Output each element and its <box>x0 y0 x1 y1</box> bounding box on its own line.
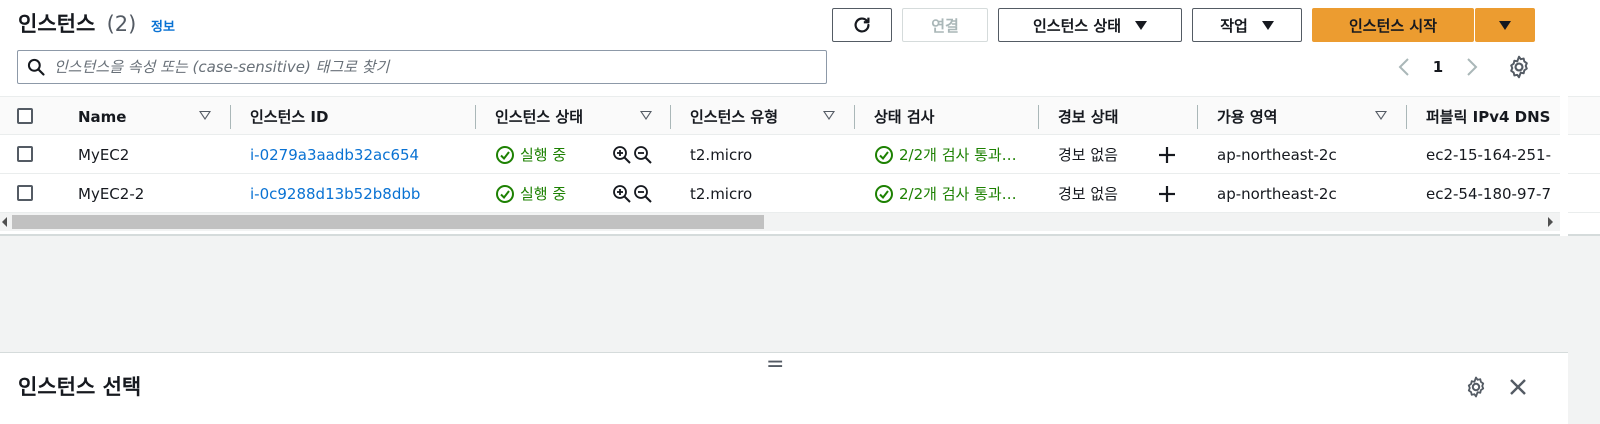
caret-down-icon <box>1135 20 1148 30</box>
add-alarm-button[interactable] <box>1157 135 1177 174</box>
select-all-checkbox[interactable] <box>17 108 33 124</box>
launch-instances-button[interactable]: 인스턴스 시작 <box>1312 8 1474 42</box>
availability-zone: ap-northeast-2c <box>1217 145 1337 164</box>
state-filter-icons <box>612 174 653 213</box>
next-page-button[interactable] <box>1460 52 1484 82</box>
public-dns: ec2-54-180-97-7 <box>1426 184 1552 203</box>
scrollbar-thumb[interactable] <box>12 215 764 229</box>
sort-icon[interactable] <box>823 111 835 120</box>
instances-panel: 인스턴스 (2) 정보 연결 인스턴스 상태 작업 인스턴스 시작 인스턴스을 … <box>0 0 1600 236</box>
launch-options-button[interactable] <box>1475 8 1535 42</box>
instance-state-dropdown[interactable]: 인스턴스 상태 <box>998 8 1182 42</box>
add-alarm-button[interactable] <box>1157 174 1177 213</box>
launch-instances-label: 인스턴스 시작 <box>1348 16 1438 35</box>
sort-icon[interactable] <box>1375 111 1387 120</box>
instance-type: t2.micro <box>690 184 753 203</box>
scroll-left-icon[interactable] <box>2 217 7 227</box>
column-resizer[interactable] <box>1406 105 1407 129</box>
vertical-scrollbar[interactable] <box>1560 0 1568 236</box>
zoom-out-icon[interactable] <box>633 184 653 204</box>
search-icon <box>18 51 54 83</box>
refresh-icon <box>854 17 870 33</box>
column-header-instance-id[interactable]: 인스턴스 ID <box>250 97 328 136</box>
previous-page-button[interactable] <box>1392 52 1416 82</box>
current-page-number[interactable]: 1 <box>1428 52 1448 82</box>
table-header: Name 인스턴스 ID 인스턴스 상태 인스턴스 유형 상태 검사 경보 상태… <box>0 96 1600 135</box>
chevron-right-icon <box>1467 58 1478 76</box>
column-header-public-dns[interactable]: 퍼블릭 IPv4 DNS <box>1426 97 1550 136</box>
column-header-availability-zone[interactable]: 가용 영역 <box>1217 97 1277 136</box>
instance-state-dropdown-label: 인스턴스 상태 <box>1032 16 1122 35</box>
gear-icon <box>1467 376 1485 398</box>
instance-type: t2.micro <box>690 145 753 164</box>
preferences-button[interactable] <box>1506 54 1532 80</box>
gear-icon <box>1510 55 1528 79</box>
public-dns: ec2-15-164-251- <box>1426 145 1552 164</box>
row-checkbox[interactable] <box>17 185 33 201</box>
page-title: 인스턴스 (2) <box>18 8 136 38</box>
column-header-name[interactable]: Name <box>78 97 126 136</box>
chevron-left-icon <box>1398 58 1409 76</box>
search-input[interactable] <box>54 58 826 76</box>
close-icon <box>1510 379 1526 395</box>
plus-icon <box>1159 185 1175 202</box>
zoom-in-icon[interactable] <box>612 145 632 165</box>
check-circle-icon <box>496 184 514 203</box>
instance-state: 실행 중 <box>495 135 566 174</box>
close-details-button[interactable] <box>1506 375 1530 399</box>
check-circle-icon <box>496 145 514 164</box>
alarm-status: 경보 없음 <box>1058 146 1118 164</box>
status-check: 2/2개 검사 통과… <box>874 174 1017 213</box>
details-panel-title: 인스턴스 선택 <box>18 375 142 399</box>
check-circle-icon <box>875 184 893 203</box>
actions-dropdown-label: 작업 <box>1220 16 1248 35</box>
row-checkbox[interactable] <box>17 146 33 162</box>
caret-down-icon <box>1261 20 1274 30</box>
column-resizer[interactable] <box>230 105 231 129</box>
availability-zone: ap-northeast-2c <box>1217 184 1337 203</box>
horizontal-scrollbar[interactable] <box>0 213 1560 231</box>
instance-state: 실행 중 <box>495 174 566 213</box>
column-resizer[interactable] <box>1197 105 1198 129</box>
info-link[interactable]: 정보 <box>151 16 175 35</box>
column-header-alarm-status[interactable]: 경보 상태 <box>1058 97 1118 136</box>
connect-button-label: 연결 <box>931 16 959 35</box>
sort-icon[interactable] <box>199 111 211 120</box>
plus-icon <box>1159 146 1175 163</box>
zoom-in-icon[interactable] <box>612 184 632 204</box>
zoom-out-icon[interactable] <box>633 145 653 165</box>
column-resizer[interactable] <box>670 105 671 129</box>
column-resizer[interactable] <box>1038 105 1039 129</box>
table-row[interactable]: MyEC2-2 i-0c9288d13b52b8dbb 실행 중 t2.micr… <box>0 174 1600 213</box>
alarm-status: 경보 없음 <box>1058 185 1118 203</box>
column-resizer[interactable] <box>854 105 855 129</box>
sort-icon[interactable] <box>640 111 652 120</box>
instance-state-text: 실행 중 <box>520 146 567 164</box>
actions-dropdown[interactable]: 작업 <box>1192 8 1302 42</box>
instance-name: MyEC2-2 <box>78 184 145 203</box>
instance-name: MyEC2 <box>78 145 130 164</box>
column-header-status-check[interactable]: 상태 검사 <box>874 97 934 136</box>
search-bar[interactable] <box>17 50 827 84</box>
status-check-text: 2/2개 검사 통과… <box>899 146 1017 164</box>
status-check-text: 2/2개 검사 통과… <box>899 185 1017 203</box>
scroll-right-icon[interactable] <box>1548 217 1553 227</box>
connect-button[interactable]: 연결 <box>902 8 988 42</box>
instance-count: (2) <box>106 12 137 36</box>
instance-state-text: 실행 중 <box>520 185 567 203</box>
refresh-button[interactable] <box>832 8 892 42</box>
caret-down-icon <box>1499 20 1511 30</box>
column-resizer[interactable] <box>475 105 476 129</box>
state-filter-icons <box>612 135 653 174</box>
details-preferences-button[interactable] <box>1464 375 1488 399</box>
page-title-text: 인스턴스 <box>18 12 96 36</box>
check-circle-icon <box>875 145 893 164</box>
panel-resize-handle[interactable]: = <box>766 354 784 376</box>
column-header-instance-state[interactable]: 인스턴스 상태 <box>495 97 583 136</box>
instance-id-link[interactable]: i-0279a3aadb32ac654 <box>250 135 419 174</box>
instance-id-link[interactable]: i-0c9288d13b52b8dbb <box>250 174 420 213</box>
column-header-instance-type[interactable]: 인스턴스 유형 <box>690 97 778 136</box>
table-row[interactable]: MyEC2 i-0279a3aadb32ac654 실행 중 t2.micro <box>0 135 1600 174</box>
status-check: 2/2개 검사 통과… <box>874 135 1017 174</box>
